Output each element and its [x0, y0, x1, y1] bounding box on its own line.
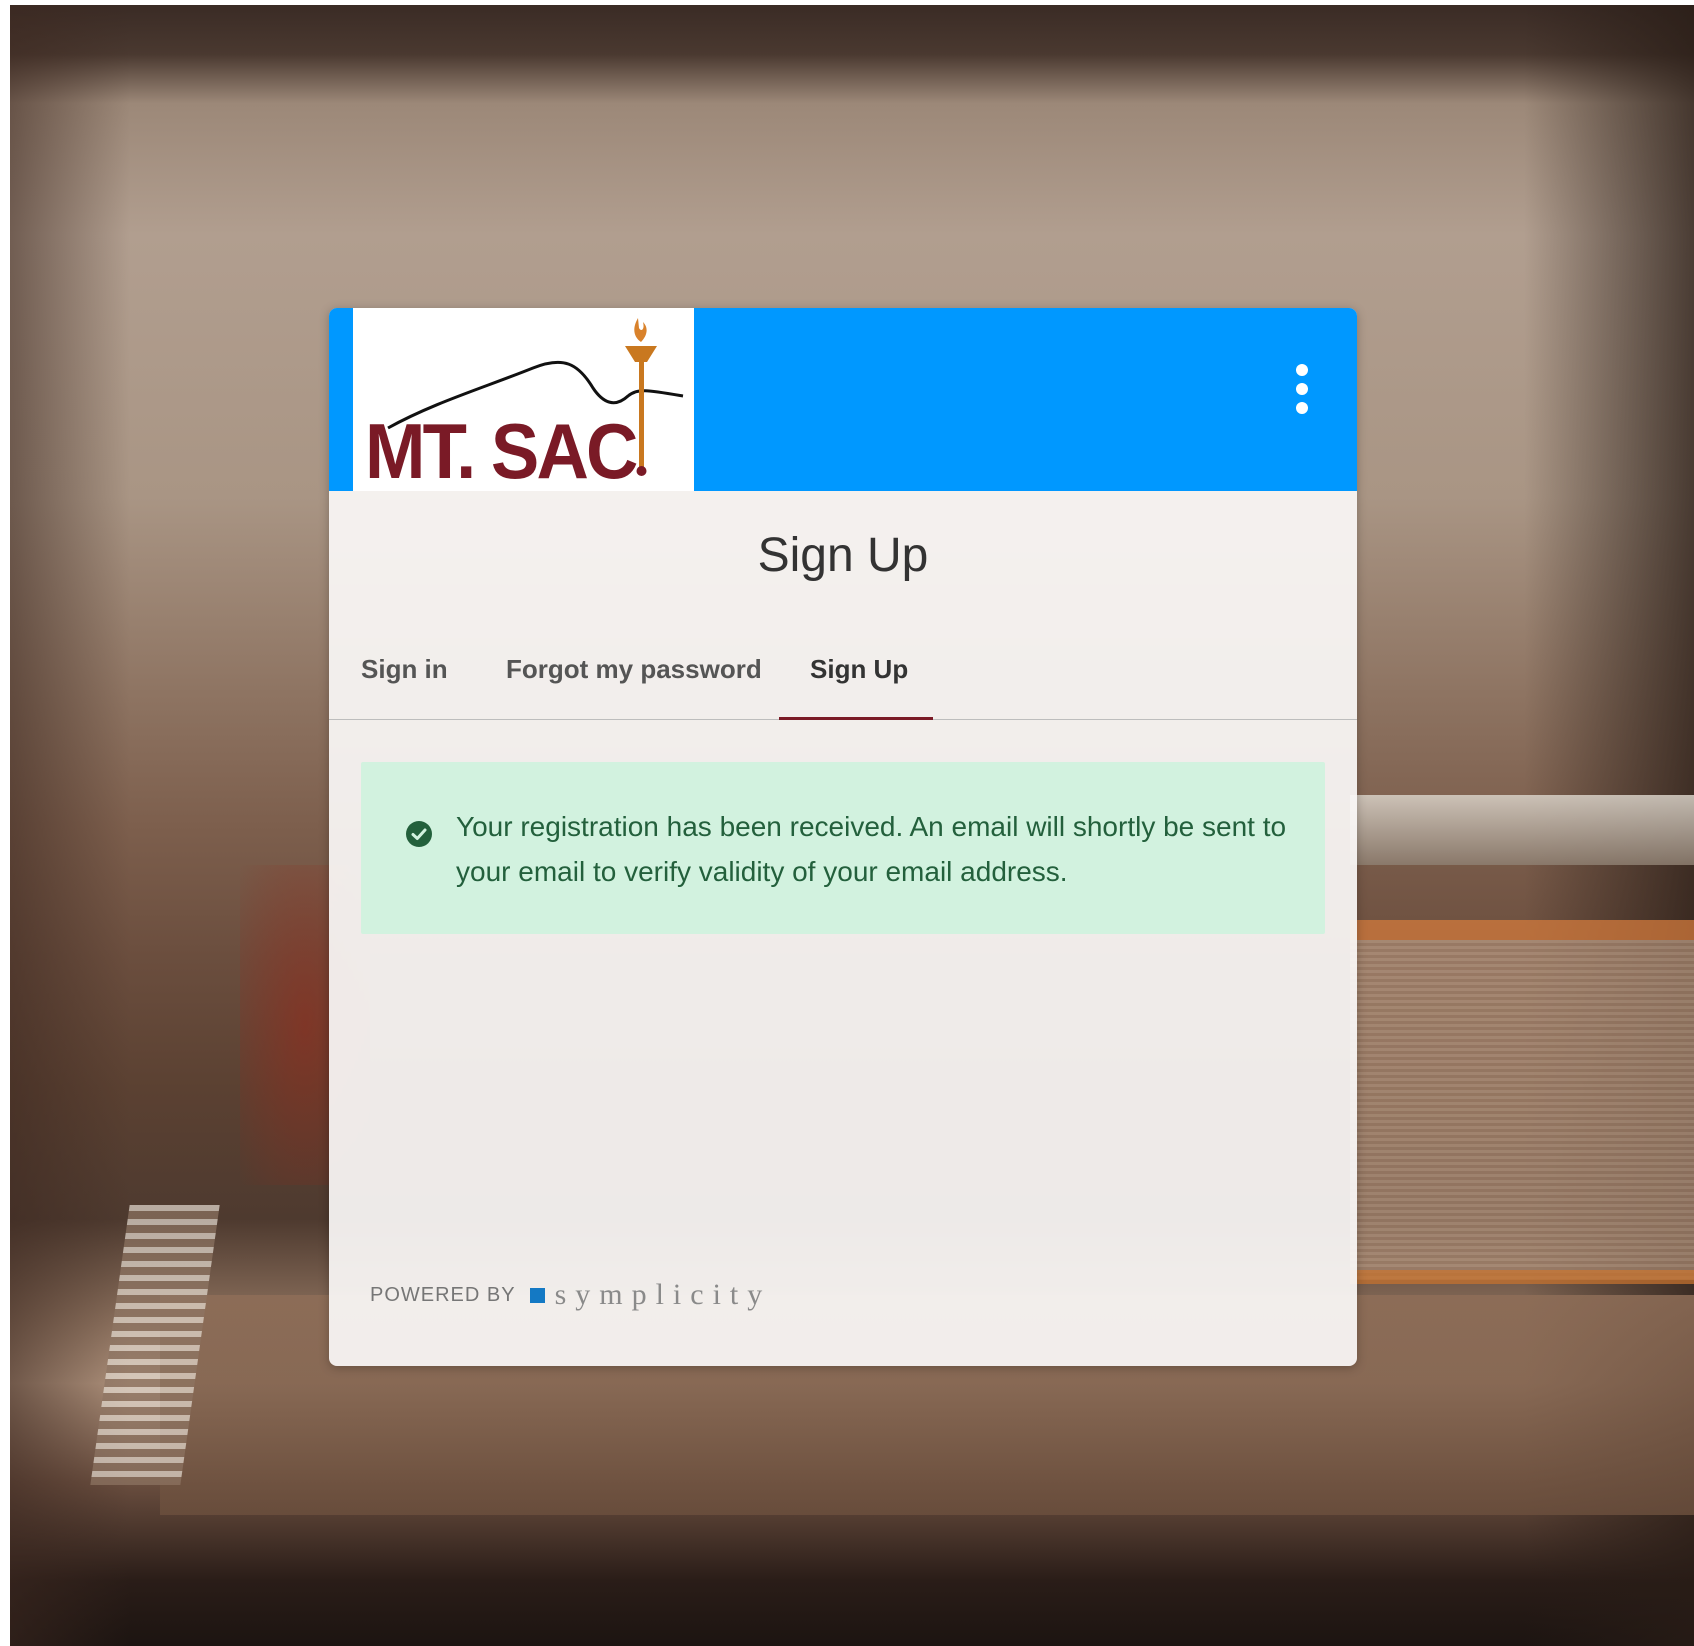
page-title: Sign Up — [757, 529, 929, 582]
powered-by: POWERED BY symplicity — [370, 1278, 771, 1312]
symplicity-square-icon — [529, 1287, 545, 1303]
active-tab-indicator — [779, 717, 933, 720]
powered-by-label: POWERED BY — [370, 1283, 516, 1306]
symplicity-brand: symplicity — [554, 1278, 772, 1311]
logo-text: MT. SAC — [365, 407, 638, 495]
sign-up-card: MT. SAC Sign Up Sign in Forgot my passwo… — [329, 308, 1357, 1366]
tab-forgot-password[interactable]: Forgot my password — [506, 654, 762, 685]
check-circle-icon — [406, 821, 432, 847]
alert-message: Your registration has been received. An … — [456, 811, 1287, 887]
page: MT. SAC Sign Up Sign in Forgot my passwo… — [0, 0, 1694, 1646]
more-vertical-icon[interactable] — [1287, 360, 1317, 420]
card-header: MT. SAC — [329, 308, 1357, 491]
success-alert: Your registration has been received. An … — [361, 762, 1325, 934]
tab-sign-up[interactable]: Sign Up — [810, 654, 908, 685]
tab-sign-in[interactable]: Sign in — [361, 654, 448, 685]
logo: MT. SAC — [353, 308, 694, 491]
